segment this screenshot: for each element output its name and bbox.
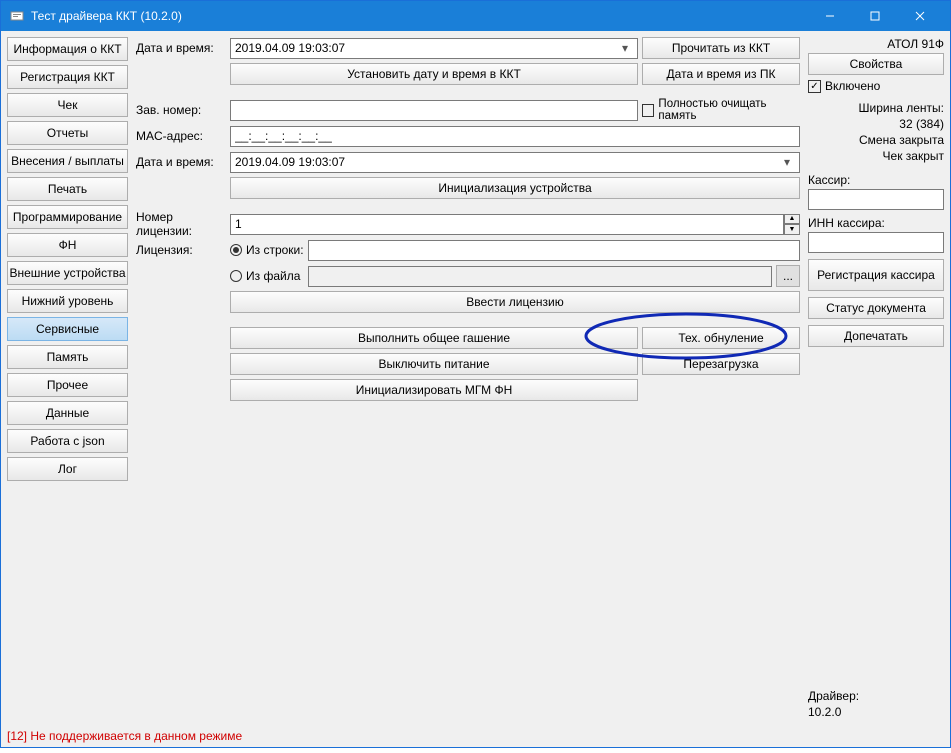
doc-status-button[interactable]: Статус документа xyxy=(808,297,944,319)
serial-input[interactable] xyxy=(230,100,638,121)
chevron-down-icon: ▾ xyxy=(617,41,633,55)
enter-license-button[interactable]: Ввести лицензию xyxy=(230,291,800,313)
license-no-input[interactable] xyxy=(230,214,784,235)
spin-down-icon[interactable]: ▼ xyxy=(784,224,800,235)
datetime-from-pc-button[interactable]: Дата и время из ПК xyxy=(642,63,800,85)
nav-работа-с-json[interactable]: Работа с json xyxy=(7,429,128,453)
maximize-button[interactable] xyxy=(852,1,897,31)
from-string-input[interactable] xyxy=(308,240,800,261)
datetime2-label: Дата и время: xyxy=(136,155,226,169)
status-bar: [12] Не поддерживается в данном режиме xyxy=(1,725,950,747)
read-from-kkt-button[interactable]: Прочитать из ККТ xyxy=(642,37,800,59)
cashier-input[interactable] xyxy=(808,189,944,210)
driver-label: Драйвер: xyxy=(808,689,944,703)
nav-чек[interactable]: Чек xyxy=(7,93,128,117)
mac-input[interactable] xyxy=(230,126,800,147)
license-no-spinner[interactable]: ▲ ▼ xyxy=(230,214,800,235)
nav-лог[interactable]: Лог xyxy=(7,457,128,481)
power-off-button[interactable]: Выключить питание xyxy=(230,353,638,375)
nav-внешние-устройства[interactable]: Внешние устройства xyxy=(7,261,128,285)
nav-регистрация-ккт[interactable]: Регистрация ККТ xyxy=(7,65,128,89)
cashier-label: Кассир: xyxy=(808,173,944,187)
driver-version: 10.2.0 xyxy=(808,705,944,719)
enabled-checkbox[interactable]: ✓ xyxy=(808,80,821,93)
reboot-button[interactable]: Перезагрузка xyxy=(642,353,800,375)
set-datetime-button[interactable]: Установить дату и время в ККТ xyxy=(230,63,638,85)
datetime-label: Дата и время: xyxy=(136,41,226,55)
chevron-down-icon: ▾ xyxy=(779,155,795,169)
shift-status: Смена закрыта xyxy=(808,133,944,147)
tape-width-label: Ширина ленты: xyxy=(808,101,944,115)
nav-внесения-выплаты[interactable]: Внесения / выплаты xyxy=(7,149,128,173)
tech-reset-button[interactable]: Тех. обнуление xyxy=(642,327,800,349)
nav-фн[interactable]: ФН xyxy=(7,233,128,257)
nav-печать[interactable]: Печать xyxy=(7,177,128,201)
register-cashier-button[interactable]: Регистрация кассира xyxy=(808,259,944,291)
general-reset-button[interactable]: Выполнить общее гашение xyxy=(230,327,638,349)
inn-label: ИНН кассира: xyxy=(808,216,944,230)
from-file-label: Из файла xyxy=(246,269,300,283)
clear-memory-checkbox[interactable] xyxy=(642,104,654,117)
datetime2-combo[interactable]: 2019.04.09 19:03:07 ▾ xyxy=(230,152,800,173)
app-icon xyxy=(9,8,25,24)
nav-отчеты[interactable]: Отчеты xyxy=(7,121,128,145)
right-panel: АТОЛ 91Ф Свойства ✓ Включено Ширина лент… xyxy=(806,35,946,721)
device-name: АТОЛ 91Ф xyxy=(808,37,944,51)
tape-width-value: 32 (384) xyxy=(808,117,944,131)
browse-button[interactable]: ... xyxy=(776,265,800,287)
nav-информация-о-ккт[interactable]: Информация о ККТ xyxy=(7,37,128,61)
license-no-label: Номер лицензии: xyxy=(136,210,226,238)
from-file-radio[interactable] xyxy=(230,270,242,282)
from-string-radio[interactable] xyxy=(230,244,242,256)
minimize-button[interactable] xyxy=(807,1,852,31)
spin-up-icon[interactable]: ▲ xyxy=(784,214,800,225)
datetime-value: 2019.04.09 19:03:07 xyxy=(235,41,345,55)
serial-label: Зав. номер: xyxy=(136,103,226,117)
from-file-input[interactable] xyxy=(308,266,772,287)
main-panel: Дата и время: 2019.04.09 19:03:07 ▾ Проч… xyxy=(134,35,802,721)
close-button[interactable] xyxy=(897,1,942,31)
nav-сервисные[interactable]: Сервисные xyxy=(7,317,128,341)
from-string-label: Из строки: xyxy=(246,243,304,257)
datetime2-value: 2019.04.09 19:03:07 xyxy=(235,155,345,169)
clear-memory-label: Полностью очищать память xyxy=(658,98,800,122)
init-device-button[interactable]: Инициализация устройства xyxy=(230,177,800,199)
reprint-button[interactable]: Допечатать xyxy=(808,325,944,347)
clear-memory-checkbox-row: Полностью очищать память xyxy=(642,98,800,122)
nav-sidebar: Информация о ККТ Регистрация ККТ Чек Отчеты… xyxy=(5,35,130,721)
window-title: Тест драйвера ККТ (10.2.0) xyxy=(31,9,807,23)
license-label: Лицензия: xyxy=(136,243,226,257)
mac-label: MAC-адрес: xyxy=(136,129,226,143)
nav-нижний-уровень[interactable]: Нижний уровень xyxy=(7,289,128,313)
nav-программирование[interactable]: Программирование xyxy=(7,205,128,229)
inn-input[interactable] xyxy=(808,232,944,253)
nav-прочее[interactable]: Прочее xyxy=(7,373,128,397)
enabled-label: Включено xyxy=(825,79,880,93)
nav-память[interactable]: Память xyxy=(7,345,128,369)
nav-данные[interactable]: Данные xyxy=(7,401,128,425)
properties-button[interactable]: Свойства xyxy=(808,53,944,75)
init-mgm-button[interactable]: Инициализировать МГМ ФН xyxy=(230,379,638,401)
datetime-combo[interactable]: 2019.04.09 19:03:07 ▾ xyxy=(230,38,638,59)
titlebar: Тест драйвера ККТ (10.2.0) xyxy=(1,1,950,31)
enabled-row: ✓ Включено xyxy=(808,79,944,93)
check-status: Чек закрыт xyxy=(808,149,944,163)
